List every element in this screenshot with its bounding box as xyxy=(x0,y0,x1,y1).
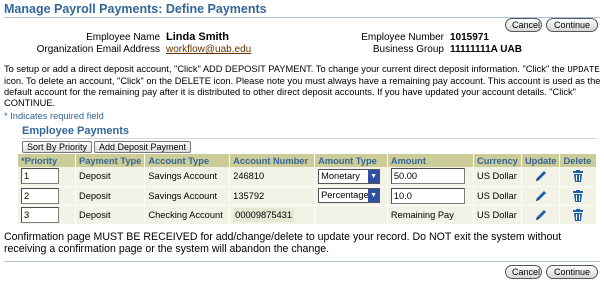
payment-type-cell: Deposit xyxy=(75,186,146,206)
payments-table: *Priority Payment Type Account Type Acco… xyxy=(18,154,597,225)
email-link[interactable]: workflow@uab.edu xyxy=(166,44,251,55)
account-type-cell: Savings Account xyxy=(144,186,231,206)
cancel-button-bottom[interactable]: Cancel xyxy=(505,265,542,279)
col-amount-type: Amount Type xyxy=(314,154,388,167)
currency-cell: US Dollar xyxy=(473,205,522,225)
account-number-cell: 246810 xyxy=(229,167,316,187)
account-number-cell: 00009875431 xyxy=(233,207,295,222)
trash-icon[interactable] xyxy=(571,208,585,222)
table-row: 3 Deposit Checking Account 00009875431 R… xyxy=(18,205,597,225)
continue-button-bottom[interactable]: Continue xyxy=(546,265,598,279)
priority-input[interactable]: 2 xyxy=(21,187,59,204)
section-title: Employee Payments xyxy=(22,125,129,137)
table-row: 1 Deposit Savings Account 246810 Monetar… xyxy=(18,167,597,187)
amount-input[interactable]: 10.0 xyxy=(390,187,465,204)
business-group-label: Business Group xyxy=(372,44,444,55)
priority-input[interactable]: 3 xyxy=(21,206,59,223)
col-delete: Delete xyxy=(559,154,597,167)
instructions-text: To setup or add a direct deposit account… xyxy=(4,64,601,108)
employee-name: Linda Smith xyxy=(166,31,229,43)
pencil-icon[interactable] xyxy=(533,188,549,204)
account-type-cell: Savings Account xyxy=(144,167,231,187)
update-keyword: UPDATE xyxy=(567,65,600,75)
amount-type-select[interactable]: Percentage ▼ xyxy=(318,188,381,203)
continue-button-top[interactable]: Continue xyxy=(546,18,598,32)
trash-icon[interactable] xyxy=(571,169,585,183)
currency-cell: US Dollar xyxy=(473,186,522,206)
col-update: Update xyxy=(521,154,561,167)
payment-type-cell: Deposit xyxy=(75,205,146,225)
col-account-type: Account Type xyxy=(144,154,231,167)
add-deposit-payment-button[interactable]: Add Deposit Payment xyxy=(94,141,192,153)
pencil-icon[interactable] xyxy=(533,207,549,223)
employee-number-label: Employee Number xyxy=(361,32,444,43)
required-field-note: * Indicates required field xyxy=(4,111,104,121)
page-title: Manage Payroll Payments: Define Payments xyxy=(4,2,267,16)
amount-cell: Remaining Pay xyxy=(387,205,475,225)
employee-name-label: Employee Name xyxy=(86,32,160,43)
col-account-number: Account Number xyxy=(229,154,316,167)
chevron-down-icon: ▼ xyxy=(368,169,380,183)
amount-type-cell xyxy=(314,205,388,225)
trash-icon[interactable] xyxy=(571,189,585,203)
confirmation-note: Confirmation page MUST BE RECEIVED for a… xyxy=(4,231,562,255)
business-group: 11111111A UAB xyxy=(450,44,522,55)
account-number-cell: 135792 xyxy=(229,186,316,206)
bottom-divider xyxy=(4,261,600,262)
col-amount: Amount xyxy=(387,154,475,167)
amount-type-select[interactable]: Monetary ▼ xyxy=(318,168,381,184)
pencil-icon[interactable] xyxy=(533,168,549,184)
chevron-down-icon: ▼ xyxy=(368,189,380,202)
col-currency: Currency xyxy=(473,154,522,167)
amount-input[interactable]: 50.00 xyxy=(390,168,465,185)
col-priority: *Priority xyxy=(18,154,76,167)
section-divider xyxy=(22,138,597,139)
title-divider xyxy=(4,17,600,18)
account-type-cell: Checking Account xyxy=(144,205,231,225)
email-label: Organization Email Address xyxy=(36,44,160,55)
col-payment-type: Payment Type xyxy=(75,154,146,167)
employee-number: 1015971 xyxy=(450,32,489,43)
currency-cell: US Dollar xyxy=(473,167,522,187)
payment-type-cell: Deposit xyxy=(75,167,146,187)
priority-input[interactable]: 1 xyxy=(21,168,59,185)
sort-by-priority-button[interactable]: Sort By Priority xyxy=(22,141,93,153)
cancel-button-top[interactable]: Cancel xyxy=(505,18,542,32)
table-row: 2 Deposit Savings Account 135792 Percent… xyxy=(18,186,597,206)
